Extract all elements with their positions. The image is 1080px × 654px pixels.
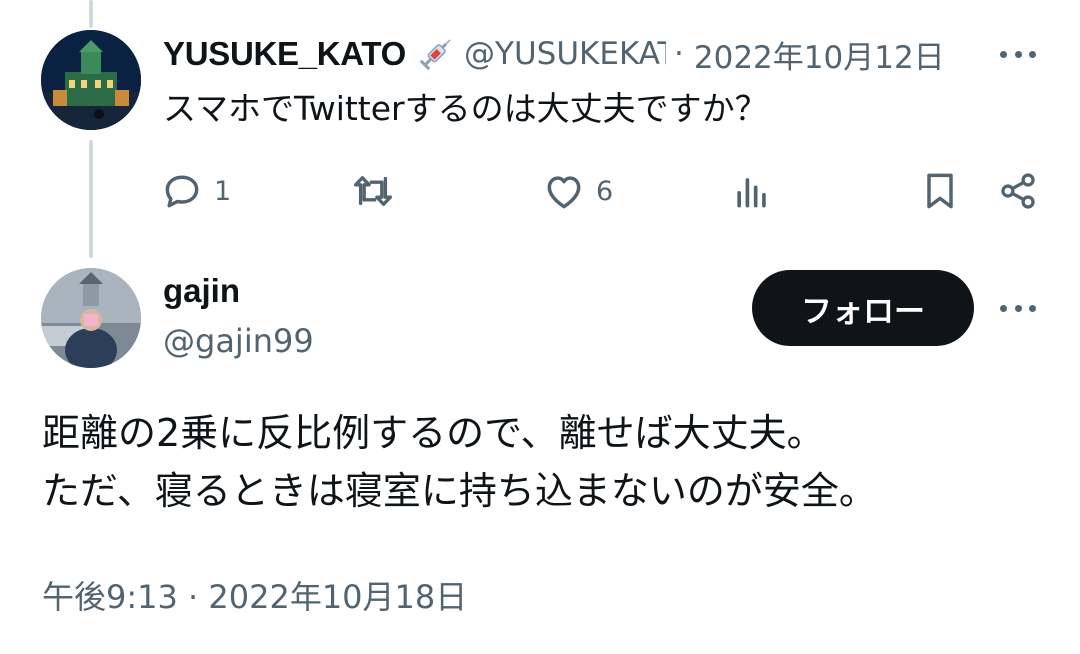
analytics-icon — [737, 178, 766, 208]
more-dot — [1029, 50, 1036, 58]
more-dot — [1029, 304, 1036, 312]
more-dot — [1000, 304, 1007, 312]
share-button[interactable] — [996, 163, 1040, 219]
more-options-button[interactable] — [996, 292, 1040, 324]
avatar-image — [41, 268, 141, 368]
heart-icon — [547, 176, 581, 209]
views-button[interactable] — [730, 163, 774, 219]
reply-icon — [165, 175, 199, 208]
avatar[interactable] — [41, 30, 141, 130]
tweet-text-line: ただ、寝るときは寝室に持ち込まないのが安全。 — [42, 469, 877, 513]
like-count: 6 — [596, 175, 614, 207]
reply-count: 1 — [214, 175, 232, 207]
avatar-image — [41, 30, 141, 130]
tweet-timestamp[interactable]: 午後9:13 · 2022年10月18日 — [42, 572, 467, 618]
follow-button[interactable]: フォロー — [752, 270, 974, 346]
bookmark-icon — [927, 173, 953, 209]
more-dot — [1014, 50, 1022, 58]
like-button[interactable]: 6 — [542, 163, 613, 219]
avatar[interactable] — [41, 268, 141, 368]
tweet-text: スマホでTwitterするのは大丈夫ですか？ — [163, 89, 768, 128]
retweet-icon — [353, 176, 393, 206]
thread-connector — [89, 140, 93, 258]
more-options-button[interactable] — [996, 38, 1040, 70]
handle[interactable]: @gajin99 — [163, 322, 314, 360]
syringe-icon — [416, 34, 456, 74]
tweet-text: 距離の2乗に反比例するので、離せば大丈夫。 ただ、寝るときは寝室に持ち込まないの… — [42, 404, 877, 520]
bookmark-button[interactable] — [918, 163, 962, 219]
display-name[interactable]: YUSUKE_KATO — [163, 35, 406, 73]
tweet-header: YUSUKE_KATO @YUSUKEKATO · 2022年10月12日 — [163, 30, 945, 78]
more-dot — [1014, 304, 1022, 312]
separator-dot: · — [674, 36, 684, 72]
tweet-date[interactable]: 2022年10月12日 — [694, 32, 945, 77]
tweet-actions: 1 6 — [160, 163, 1040, 219]
handle[interactable]: @YUSUKEKATO — [464, 36, 666, 72]
tweet-text-line: 距離の2乗に反比例するので、離せば大丈夫。 — [42, 411, 825, 455]
more-dot — [1000, 50, 1007, 58]
retweet-button[interactable] — [350, 163, 406, 219]
reply-button[interactable]: 1 — [160, 163, 231, 219]
thread-connector-top — [89, 0, 93, 28]
share-icon — [1001, 173, 1035, 209]
display-name[interactable]: gajin — [163, 272, 240, 310]
